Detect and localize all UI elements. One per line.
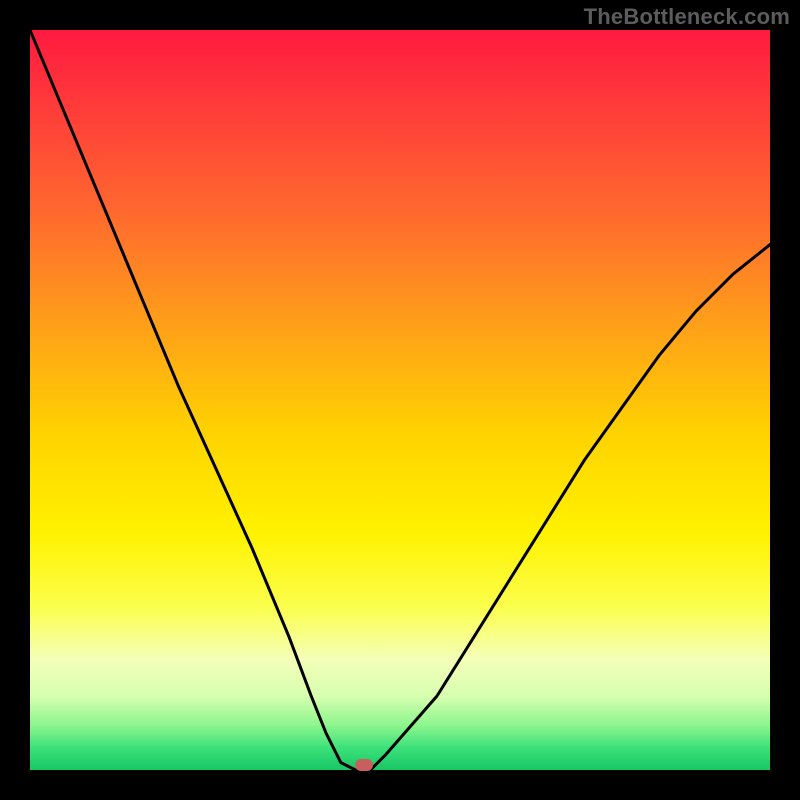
bottleneck-curve [30,30,770,770]
optimum-marker [355,759,373,771]
watermark-text: TheBottleneck.com [584,4,790,30]
chart-frame: TheBottleneck.com [0,0,800,800]
